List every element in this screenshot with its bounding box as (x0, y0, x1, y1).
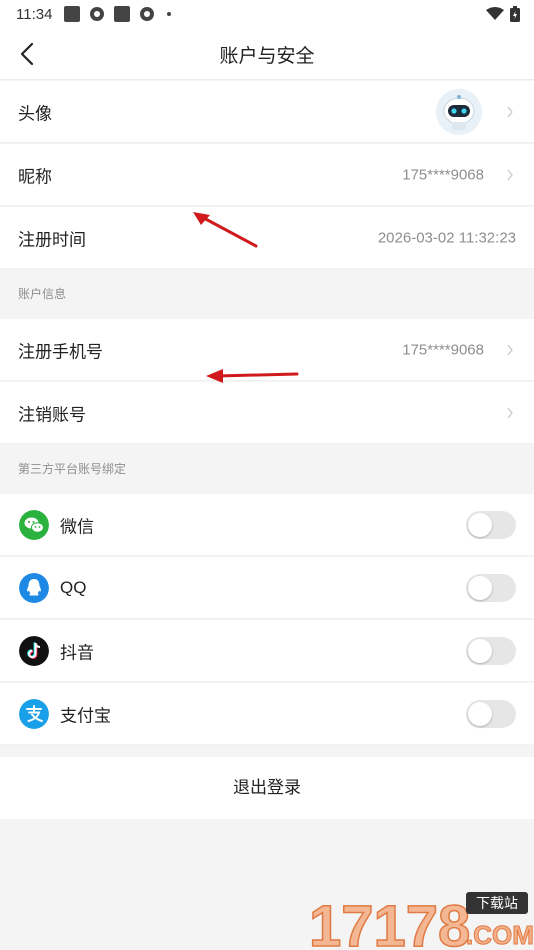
alipay-label: 支付宝 (60, 706, 111, 726)
chevron-right-icon (507, 407, 513, 418)
toggle-knob (468, 512, 492, 537)
gear-icon (90, 7, 105, 21)
nickname-row[interactable]: 昵称 175****9068 (0, 144, 534, 206)
battery-icon (510, 6, 520, 22)
gear-icon (140, 7, 155, 21)
cancel-account-row[interactable]: 注销账号 (0, 382, 534, 444)
alipay-row: 支付宝 (0, 683, 534, 745)
watermark-badge: 下载站 (476, 896, 518, 912)
register-time-value: 2026-03-02 11:32:23 (377, 229, 516, 246)
annotation-arrow (193, 212, 258, 248)
status-time: 11:34 (16, 5, 53, 23)
douyin-row: 抖音 (0, 620, 534, 682)
nickname-label: 昵称 (18, 167, 52, 187)
page-title: 账户与安全 (219, 45, 315, 67)
register-time-label: 注册时间 (18, 230, 86, 250)
cancel-account-label: 注销账号 (18, 405, 86, 425)
register-phone-label: 注册手机号 (18, 342, 103, 362)
alipay-toggle[interactable] (466, 699, 516, 728)
wechat-row: 微信 (0, 494, 534, 556)
avatar-row[interactable]: 头像 (0, 81, 534, 143)
douyin-label: 抖音 (60, 643, 94, 663)
chevron-right-icon (507, 344, 513, 355)
douyin-icon (19, 635, 49, 666)
dot-icon (167, 12, 172, 16)
qq-icon (19, 572, 49, 603)
alipay-icon (19, 698, 49, 729)
nickname-value: 175****9068 (402, 166, 484, 183)
qq-toggle[interactable] (466, 573, 516, 602)
toggle-knob (468, 701, 492, 726)
watermark-domain: .COM (466, 920, 534, 950)
chevron-right-icon (507, 169, 513, 180)
nav-bar: 账户与安全 (0, 28, 534, 80)
register-time-row: 注册时间 2026-03-02 11:32:23 (0, 207, 534, 269)
toggle-knob (468, 575, 492, 600)
wechat-toggle[interactable] (466, 510, 516, 539)
watermark-number: 17178 (309, 894, 470, 950)
logout-button[interactable]: 退出登录 (0, 757, 534, 819)
annotation-arrow (206, 369, 299, 383)
wechat-icon (19, 509, 49, 540)
site-watermark-logo: 17178 下载站 .COM (308, 892, 534, 950)
douyin-toggle[interactable] (466, 636, 516, 665)
avatar (436, 89, 482, 135)
status-bar: 11:34 (0, 0, 534, 28)
square-icon (64, 6, 81, 22)
wifi-icon (486, 7, 504, 20)
wechat-label: 微信 (60, 517, 94, 537)
qq-label: QQ (60, 577, 87, 597)
square-icon (114, 6, 131, 22)
third-party-section-title: 第三方平台账号绑定 (18, 462, 127, 476)
register-phone-value: 175****9068 (402, 341, 484, 358)
toggle-knob (468, 638, 492, 663)
avatar-label: 头像 (18, 104, 52, 124)
chevron-right-icon (507, 106, 513, 117)
account-info-section-title: 账户信息 (18, 287, 67, 301)
qq-row: QQ (0, 557, 534, 619)
